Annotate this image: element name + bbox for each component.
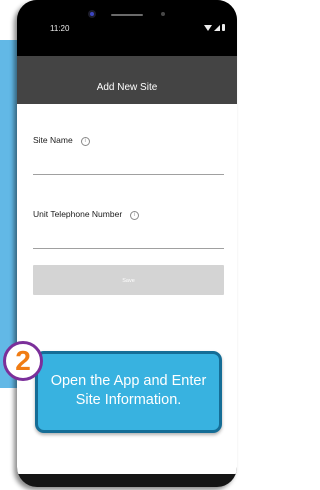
info-icon[interactable]: i [130,211,140,220]
front-camera-icon [88,10,96,18]
unit-telephone-label-text: Unit Telephone Number [33,209,123,219]
info-icon[interactable]: i [80,137,90,146]
site-name-label: Site Name i [33,135,90,146]
wifi-icon [204,24,212,31]
app-header: Add New Site [17,56,237,104]
unit-telephone-field[interactable] [33,248,224,249]
save-button[interactable]: Save [33,265,224,295]
sensor-dot [161,12,165,16]
callout-text: Open the App and Enter Site Information. [50,373,207,408]
status-icons [204,24,225,31]
unit-telephone-label: Unit Telephone Number i [33,209,140,220]
site-name-field[interactable] [33,174,224,175]
page-title: Add New Site [96,82,158,93]
battery-icon [222,24,225,31]
step-number-badge: 2 [3,341,43,381]
signal-icon [214,24,220,31]
site-name-label-text: Site Name [33,135,73,145]
callout-box: Open the App and Enter Site Information. [35,351,222,433]
status-time: 11:20 [50,24,70,33]
status-bar: 11:20 [17,0,237,56]
speaker-grille [111,14,143,16]
